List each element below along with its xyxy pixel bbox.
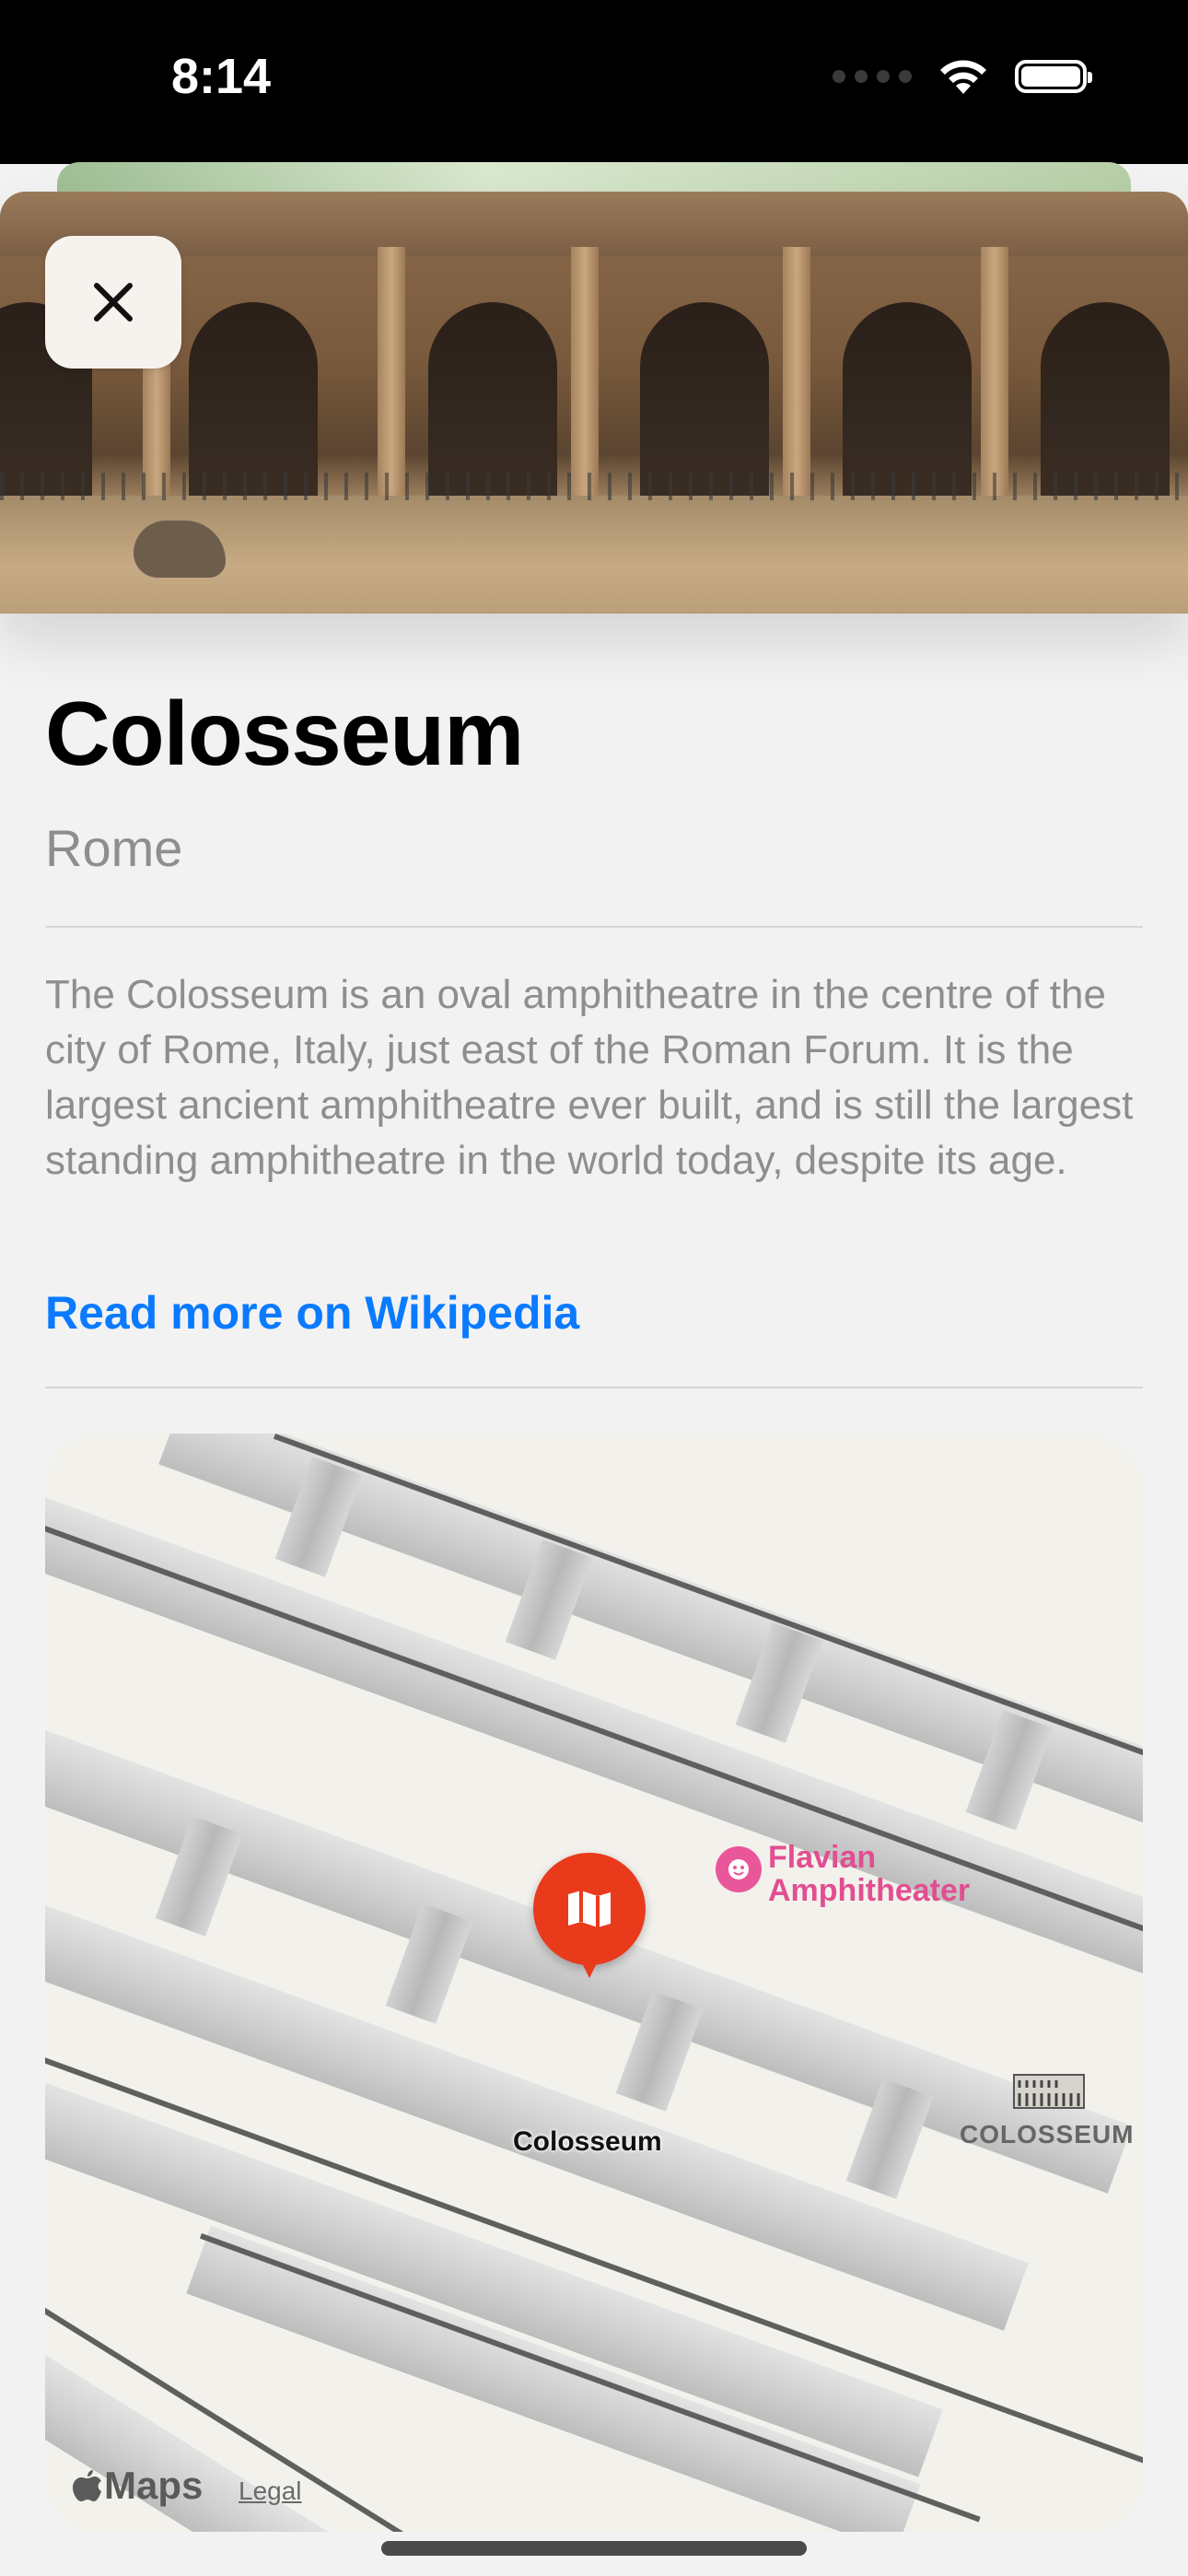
map-pin[interactable] — [533, 1853, 646, 1978]
close-icon — [94, 283, 133, 322]
apple-maps-logo: Maps — [73, 2464, 203, 2508]
wifi-icon — [940, 60, 986, 94]
legal-link[interactable]: Legal — [239, 2476, 302, 2506]
place-title: Colosseum — [45, 683, 524, 784]
home-indicator[interactable] — [381, 2541, 807, 2556]
colosseum-landmark-icon — [1013, 2074, 1085, 2109]
landmark-label: COLOSSEUM — [960, 2120, 1135, 2149]
map-pin-icon — [568, 1891, 611, 1927]
status-bar: 8:14 — [0, 0, 1188, 164]
poi-label-line2: Amphitheater — [768, 1873, 971, 1908]
map-view[interactable]: Flavian Amphitheater Colosseum COLOSSEUM… — [45, 1434, 1143, 2532]
pin-label: Colosseum — [513, 2126, 662, 2157]
divider — [45, 1387, 1143, 1388]
apple-logo-icon — [73, 2470, 101, 2501]
place-city: Rome — [45, 819, 183, 877]
battery-icon — [1015, 60, 1092, 93]
place-description: The Colosseum is an oval amphitheatre in… — [45, 972, 1134, 1183]
status-icons — [833, 57, 1092, 96]
divider — [45, 926, 1143, 928]
poi-label[interactable]: Flavian Amphitheater — [768, 1841, 970, 1907]
poi-label-line1: Flavian — [768, 1840, 877, 1875]
close-button[interactable] — [45, 236, 181, 369]
theater-masks-icon[interactable] — [716, 1846, 762, 1892]
maps-label: Maps — [104, 2464, 204, 2507]
status-time: 8:14 — [171, 49, 272, 104]
cellular-icon — [833, 70, 912, 83]
wikipedia-link[interactable]: Read more on Wikipedia — [45, 1286, 579, 1340]
